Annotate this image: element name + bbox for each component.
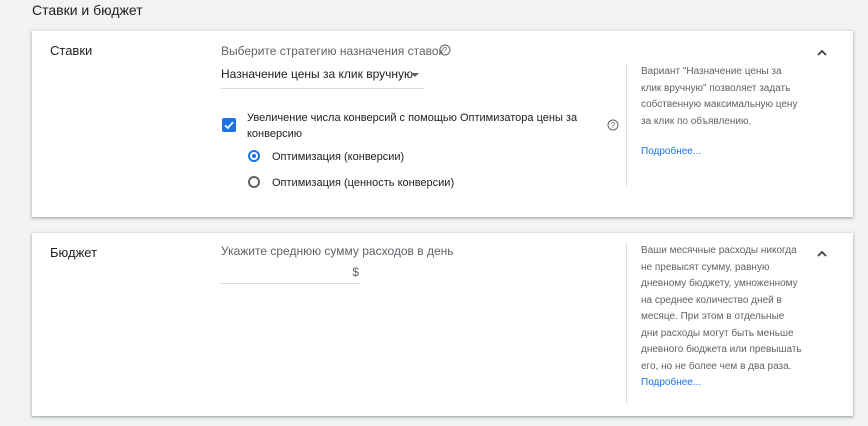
budget-prompt: Укажите среднюю сумму расходов в день — [221, 244, 454, 258]
chevron-up-icon[interactable] — [815, 46, 829, 60]
budget-side-note-text: Ваши месячные расходы никогда не превыся… — [641, 245, 802, 372]
bid-strategy-value: Назначение цены за клик вручную — [221, 67, 413, 81]
svg-text:?: ? — [443, 46, 448, 55]
radio-optimize-conversion-value[interactable] — [248, 176, 260, 188]
budget-card-title: Бюджет — [50, 245, 98, 260]
chevron-up-icon[interactable] — [815, 247, 829, 261]
budget-card: Бюджет Укажите среднюю сумму расходов в … — [32, 233, 853, 416]
daily-budget-field[interactable]: $ — [221, 263, 361, 284]
bids-side-note-text: Вариант "Назначение цены за клик вручную… — [641, 66, 798, 127]
strategy-prompt: Выберите стратегию назначения ставок — [221, 44, 444, 58]
budget-side-note: Ваши месячные расходы никогда не превыся… — [626, 243, 803, 403]
bids-card-title: Ставки — [50, 43, 93, 58]
bids-more-link[interactable]: Подробнее... — [641, 146, 701, 157]
svg-text:?: ? — [611, 121, 616, 130]
help-circle-icon[interactable]: ? — [607, 119, 619, 131]
budget-more-link[interactable]: Подробнее... — [641, 377, 701, 388]
help-circle-icon[interactable]: ? — [439, 44, 451, 56]
daily-budget-input[interactable] — [221, 263, 341, 281]
conversion-optimizer-checkbox[interactable] — [222, 118, 236, 132]
currency-symbol: $ — [352, 265, 359, 279]
radio-optimize-conversion-value-label: Оптимизация (ценность конверсии) — [272, 177, 455, 189]
bids-side-note: Вариант "Назначение цены за клик вручную… — [626, 64, 803, 186]
radio-optimize-conversions-label: Оптимизация (конверсии) — [272, 151, 405, 163]
check-icon — [224, 121, 234, 130]
bids-card: Ставки Выберите стратегию назначения ста… — [32, 31, 853, 217]
conversion-optimizer-label: Увеличение числа конверсий с помощью Опт… — [247, 112, 578, 140]
caret-down-icon — [411, 73, 419, 77]
bid-strategy-dropdown[interactable]: Назначение цены за клик вручную — [221, 66, 424, 89]
radio-optimize-conversions[interactable] — [248, 150, 260, 162]
section-title: Ставки и бюджет — [32, 2, 143, 18]
